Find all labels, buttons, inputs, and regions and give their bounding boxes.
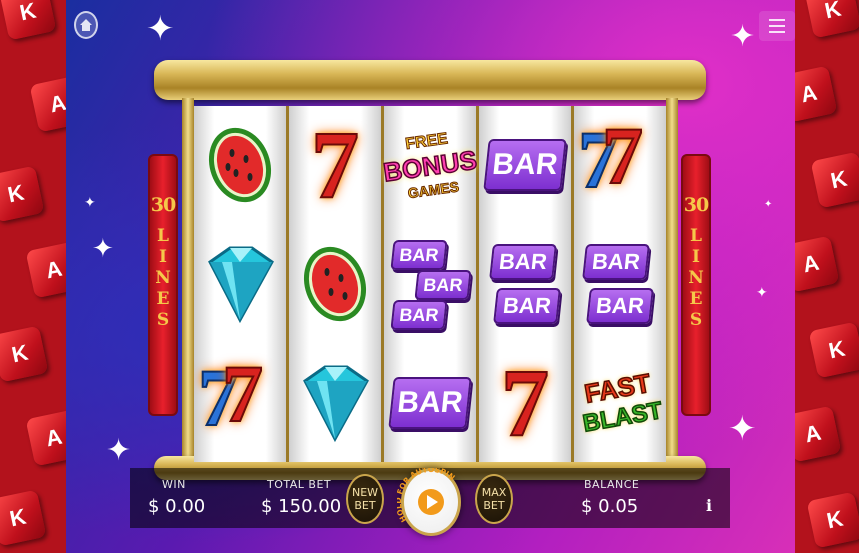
reel-cell: FREE BONUS GAMES (381, 111, 480, 219)
dice-icon: A (795, 235, 840, 293)
left-gold-post (182, 98, 194, 466)
reel-5: 7 7 BAR BAR FAST BLAST (574, 106, 666, 462)
lines-word: L I N E S (155, 226, 171, 330)
bar-icon: BAR (582, 243, 650, 280)
reel-4: BAR BAR BAR 7 (479, 106, 571, 462)
sparkle-icon: ✦ (730, 19, 756, 54)
diamond-icon (303, 365, 369, 442)
sparkle-icon: ✦ (764, 199, 773, 210)
dice-icon: A (25, 241, 66, 299)
watermelon-icon (303, 246, 367, 322)
lines-panel-left: 30 L I N E S (148, 154, 178, 416)
reel-cell (291, 230, 379, 338)
win-label: WIN (162, 478, 186, 491)
seven-icon: 7 (601, 110, 644, 202)
top-gold-bar (154, 60, 706, 100)
balance-label: BALANCE (584, 478, 640, 491)
lines-word: L I N E S (688, 226, 704, 330)
reel-cell: BAR (481, 111, 569, 219)
sparkle-icon: ✦ (146, 9, 175, 49)
fast-blast-icon: FAST BLAST (580, 367, 665, 438)
sparkle-icon: ✦ (728, 409, 757, 449)
reel-cell: 7 7 (196, 349, 284, 457)
bar-icon: BAR (489, 243, 557, 280)
bar-icon: BAR (414, 269, 472, 300)
dice-icon: K (806, 491, 859, 549)
reel-cell (196, 230, 284, 338)
seven-icon: 7 (310, 111, 360, 219)
dice-icon: A (795, 405, 842, 463)
reel-cell: BAR BAR (481, 230, 569, 338)
lines-count: 30 (683, 194, 709, 216)
dice-icon: K (0, 0, 57, 41)
dice-icon: A (29, 75, 66, 133)
dice-icon: K (810, 151, 859, 209)
reel-3: FREE BONUS GAMES BAR BAR BAR BAR (381, 106, 480, 462)
bar-icon: BAR (388, 376, 472, 429)
home-button[interactable] (74, 11, 98, 39)
svg-text:HOLD FOR AUTOSPIN: HOLD FOR AUTOSPIN (397, 468, 457, 524)
right-gold-post (666, 98, 678, 466)
lines-panel-right: 30 L I N E S (681, 154, 711, 416)
reel-cell: FAST BLAST (576, 349, 665, 457)
reel-cell: 7 7 (576, 111, 664, 219)
lines-count: 30 (150, 194, 176, 216)
reel-cell (196, 111, 284, 219)
dice-icon: A (25, 409, 66, 467)
bar-icon: BAR (390, 239, 448, 270)
diamond-icon (208, 246, 274, 324)
win-value: $ 0.00 (148, 496, 206, 517)
max-bet-button[interactable]: MAX BET (475, 474, 513, 524)
dice-icon: K (804, 0, 859, 39)
home-icon (80, 19, 92, 31)
dice-icon: K (0, 489, 47, 547)
balance-value: $ 0.05 (581, 496, 639, 517)
reel-1: 7 7 (194, 106, 286, 462)
watermelon-icon (208, 128, 272, 203)
bar-icon: BAR (390, 299, 448, 330)
sparkle-icon: ✦ (756, 285, 768, 301)
new-bet-button[interactable]: NEW BET (346, 474, 384, 524)
seven-icon: 7 (500, 348, 550, 456)
dice-icon: K (0, 325, 49, 383)
hold-for-autospin-text: HOLD FOR AUTOSPIN (397, 468, 457, 524)
reel-cell: BAR BAR BAR (386, 230, 474, 338)
dice-icon: A (795, 65, 838, 123)
total-bet-label: TOTAL BET (267, 478, 332, 491)
seven-icon: 7 (221, 347, 264, 439)
reel-cell: 7 (481, 349, 569, 457)
right-dice-panel: K A K A K A K (795, 0, 859, 553)
left-dice-panel: K A K A K A K (0, 0, 66, 553)
bar-icon: BAR (586, 287, 654, 324)
dice-icon: K (0, 165, 45, 223)
hamburger-menu-icon (769, 19, 785, 21)
reel-cell: BAR (386, 349, 474, 457)
total-bet-value: $ 150.00 (261, 496, 342, 517)
reel-grid: 7 7 7 FREE BONUS GAMES BAR BAR BAR BAR B… (194, 106, 666, 462)
reel-cell (291, 349, 379, 457)
reel-cell: 7 (291, 111, 379, 219)
reel-2: 7 (289, 106, 381, 462)
reel-cell: BAR BAR (576, 230, 664, 338)
sparkle-icon: ✦ (106, 433, 132, 468)
sparkle-icon: ✦ (92, 234, 114, 264)
sparkle-icon: ✦ (84, 195, 96, 211)
free-bonus-games-icon: FREE BONUS GAMES (381, 130, 480, 202)
menu-button[interactable] (759, 11, 795, 41)
info-icon[interactable]: i (706, 496, 718, 516)
bar-icon: BAR (483, 139, 567, 192)
bar-icon: BAR (493, 287, 561, 324)
dice-icon: K (808, 321, 859, 379)
